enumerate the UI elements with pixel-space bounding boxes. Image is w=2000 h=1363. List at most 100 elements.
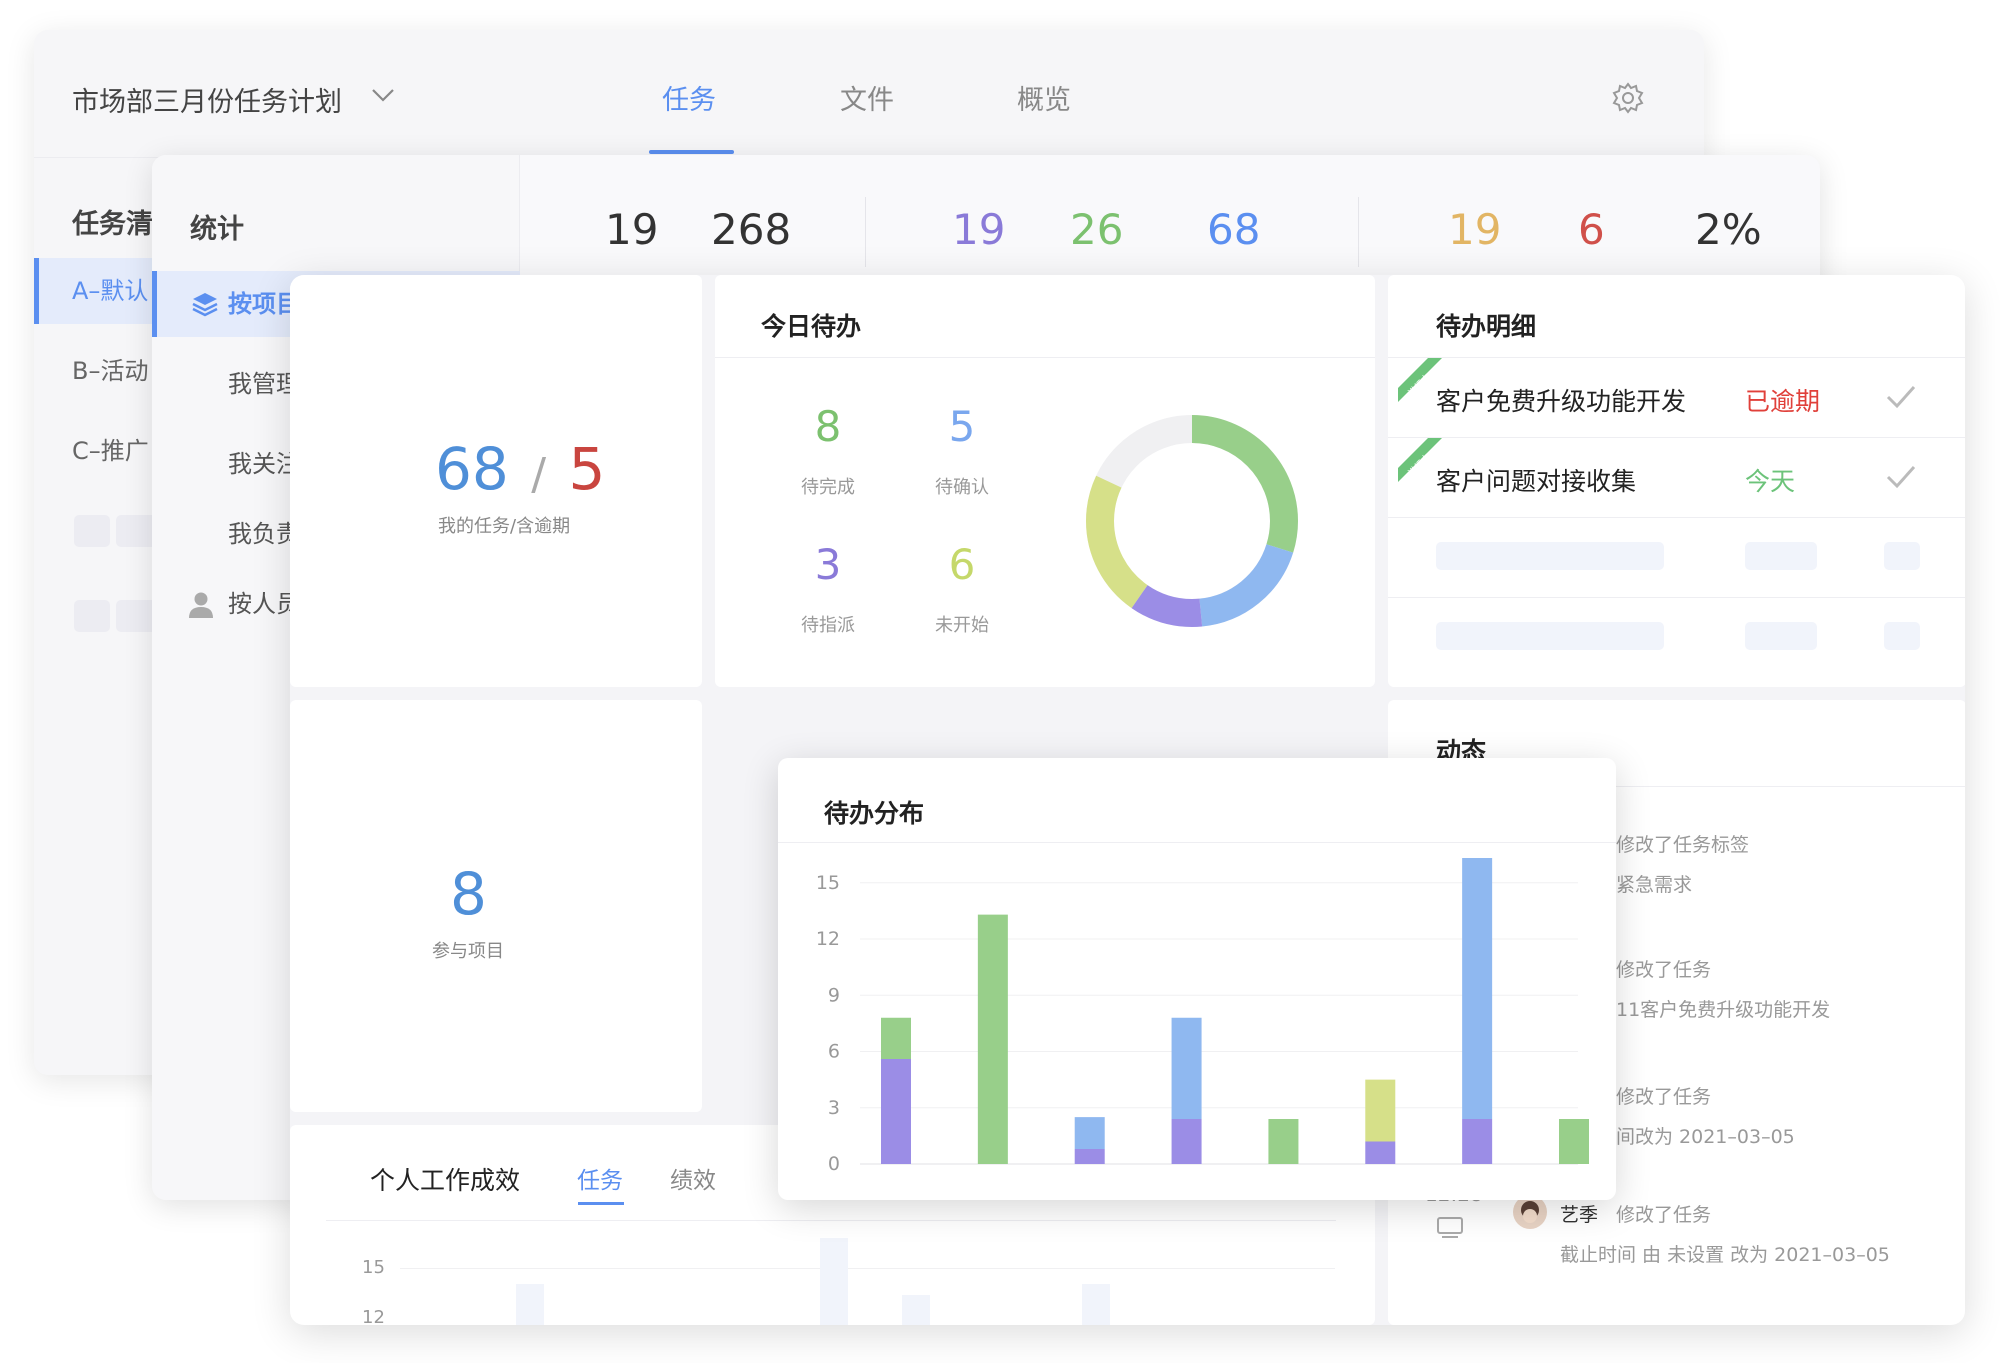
todo-confirm-count[interactable]: 5 (932, 402, 992, 451)
activity-action: 修改了任务 (1616, 1204, 1712, 1226)
todo-detail-row[interactable]: 进行中 客户免费升级功能开发 已逾期 (1388, 358, 1965, 438)
todo-detail-status: 今天 (1745, 467, 1796, 496)
top-stat-number: 19 (605, 205, 659, 254)
top-stat-number: 2% (1695, 205, 1762, 254)
divider (715, 357, 1375, 358)
bar-segment[interactable] (977, 914, 1008, 1164)
bar-segment[interactable] (1074, 1149, 1105, 1164)
todo-notstarted-count[interactable]: 6 (932, 540, 992, 589)
todo-distribution-window: 待办分布 0 3 6 9 12 15 (778, 758, 1616, 1200)
axis-tick: 12 (362, 1307, 385, 1325)
statistics-title: 统计 (190, 214, 244, 245)
tab-files[interactable]: 文件 (840, 78, 894, 117)
y-tick-label: 12 (816, 928, 840, 950)
faded-bar (516, 1284, 544, 1325)
bar-segment[interactable] (1365, 1141, 1396, 1165)
todo-pending-count[interactable]: 8 (798, 402, 858, 451)
bar-segment[interactable] (1171, 1017, 1202, 1119)
skeleton-block (1745, 542, 1817, 570)
todo-distribution-chart: 0 3 6 9 12 15 (816, 858, 1589, 1175)
bar-segment[interactable] (1074, 1117, 1105, 1149)
skeleton-block (74, 600, 110, 632)
my-tasks-ratio: 68 / 5 (435, 435, 605, 503)
activity-user[interactable]: 艺季 (1560, 1200, 1598, 1227)
user-icon (189, 592, 213, 618)
y-tick-label: 15 (816, 872, 840, 894)
projects-count: 8 (450, 860, 487, 928)
bar-segment[interactable] (1462, 858, 1493, 1119)
avatar[interactable] (1513, 1195, 1547, 1229)
todo-detail-name: 客户免费升级功能开发 (1436, 387, 1687, 416)
todo-donut-chart (1086, 415, 1298, 627)
faded-bar (1082, 1284, 1110, 1325)
top-stat-number: 19 (1448, 205, 1502, 254)
todo-detail-row-placeholder (1388, 518, 1965, 598)
bar-segment[interactable] (1462, 1119, 1493, 1164)
layers-icon (192, 293, 218, 317)
my-tasks-card[interactable]: 68 / 5 我的任务/含逾期 (290, 275, 702, 687)
bar-segment[interactable] (1365, 1079, 1396, 1142)
todo-detail-row[interactable]: 进行中 客户问题对接收集 今天 (1388, 438, 1965, 518)
monitor-icon (1437, 1217, 1463, 1238)
skeleton-block (74, 515, 110, 547)
faded-bar (902, 1295, 930, 1325)
projects-card[interactable]: 8 参与项目 (290, 700, 702, 1112)
skeleton-block (1745, 622, 1817, 650)
top-stat-number: 68 (1207, 205, 1261, 254)
y-tick-label: 9 (828, 984, 840, 1006)
today-todo-card: 今日待办 8 待完成 5 待确认 3 待指派 6 未开始 (715, 275, 1375, 687)
activity-text: 间改为 2021–03–05 (1616, 1126, 1795, 1148)
bar-segment[interactable] (1559, 1119, 1589, 1164)
personal-performance-title: 个人工作成效 (370, 1166, 521, 1195)
activity-text: 修改了任务 (1616, 959, 1712, 981)
my-tasks-label: 我的任务/含逾期 (438, 516, 571, 537)
ratio-separator: / (531, 449, 547, 500)
my-tasks-overdue: 5 (568, 435, 606, 503)
activity-text: 修改了任务标签 (1616, 834, 1750, 856)
top-stat-number: 26 (1070, 205, 1124, 254)
projects-label: 参与项目 (432, 941, 504, 962)
tab-underline (649, 150, 734, 154)
y-tick-label: 0 (828, 1153, 840, 1175)
top-stat-number: 268 (711, 205, 792, 254)
todo-confirm-label: 待确认 (935, 477, 989, 498)
divider (1358, 197, 1359, 267)
todo-assign-count[interactable]: 3 (798, 540, 858, 589)
activity-text: 修改了任务 (1616, 1086, 1712, 1108)
bar-segment[interactable] (1171, 1119, 1202, 1164)
chart-title: 待办分布 (824, 799, 925, 828)
y-tick-label: 6 (828, 1041, 840, 1063)
todo-detail-card: 待办明细 进行中 客户免费升级功能开发 已逾期 进行中 客户问题对接收集 今天 (1388, 275, 1965, 687)
faded-bar (820, 1238, 848, 1325)
tab-overview[interactable]: 概览 (1017, 78, 1071, 117)
axis-tick: 15 (362, 1257, 385, 1278)
tab-underline (578, 1202, 624, 1205)
todo-detail-row-placeholder (1388, 598, 1965, 678)
bar-segment[interactable] (881, 1017, 911, 1059)
bar-segment[interactable] (881, 1059, 911, 1164)
activity-detail: 截止时间 由 未设置 改为 2021–03–05 (1560, 1244, 1890, 1266)
tab-personal-tasks[interactable]: 任务 (577, 1161, 623, 1195)
divider (326, 1220, 1336, 1221)
chevron-down-icon[interactable] (368, 80, 398, 110)
todo-detail-title: 待办明细 (1436, 312, 1537, 341)
today-todo-title: 今日待办 (761, 312, 862, 341)
activity-text: 11客户免费升级功能开发 (1616, 999, 1831, 1021)
top-stat-number: 6 (1578, 205, 1605, 254)
skeleton-block (1436, 622, 1664, 650)
gear-icon[interactable] (1610, 80, 1646, 116)
todo-notstarted-label: 未开始 (935, 615, 989, 636)
tab-tasks[interactable]: 任务 (662, 78, 716, 117)
project-title[interactable]: 市场部三月份任务计划 (72, 80, 342, 119)
todo-detail-name: 客户问题对接收集 (1436, 467, 1637, 496)
todo-pending-label: 待完成 (801, 477, 855, 498)
bar-segment[interactable] (1268, 1119, 1299, 1164)
divider (865, 197, 866, 267)
skeleton-block (1884, 542, 1920, 570)
skeleton-block (1884, 622, 1920, 650)
divider (778, 842, 1616, 843)
task-list-title: 任务清 (72, 209, 153, 240)
check-icon[interactable] (1884, 462, 1918, 492)
tab-personal-performance[interactable]: 绩效 (670, 1161, 716, 1195)
check-icon[interactable] (1884, 382, 1918, 412)
